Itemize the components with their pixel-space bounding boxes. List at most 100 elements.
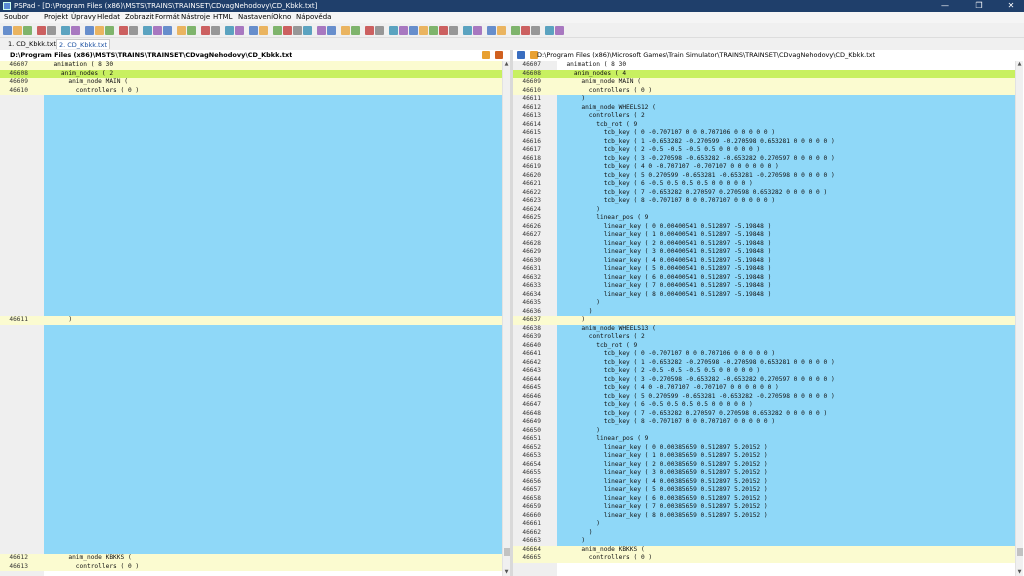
code-line[interactable]: tcb_rot ( 9 (559, 121, 637, 130)
code-icon[interactable] (259, 26, 268, 35)
case-icon[interactable] (327, 26, 336, 35)
scroll-up-icon[interactable]: ▲ (503, 61, 510, 68)
copy-icon[interactable] (71, 26, 80, 35)
lock-icon[interactable] (487, 26, 496, 35)
table-icon[interactable] (511, 26, 520, 35)
code-line[interactable]: ) (46, 316, 72, 325)
code-line[interactable]: linear_key ( 5 0.00400541 0.512897 -5.19… (559, 265, 772, 274)
code-line[interactable]: controllers ( 2 (559, 112, 645, 121)
left-vertical-scrollbar[interactable]: ▲ ▼ (502, 61, 510, 576)
code-line[interactable]: linear_key ( 3 0.00400541 0.512897 -5.19… (559, 248, 772, 257)
maximize-button[interactable]: ❐ (968, 0, 990, 12)
ftp-icon[interactable] (187, 26, 196, 35)
code-line[interactable]: ) (559, 299, 600, 308)
sync-icon[interactable] (494, 51, 503, 59)
bookmark-icon[interactable] (211, 26, 220, 35)
unfold-icon[interactable] (531, 26, 540, 35)
unlock-icon[interactable] (497, 26, 506, 35)
code-line[interactable]: tcb_key ( 7 -0.653282 0.270597 0.270598 … (559, 410, 828, 419)
macro-icon[interactable] (303, 26, 312, 35)
comment-icon[interactable] (143, 26, 152, 35)
code-line[interactable]: anim_node KBKKS ( (46, 554, 131, 563)
redo-icon[interactable] (249, 26, 258, 35)
code-line[interactable]: tcb_key ( 2 -0.5 -0.5 -0.5 0.5 0 0 0 0 0… (559, 146, 760, 155)
menu-soubor[interactable]: Soubor (4, 12, 29, 23)
undo-icon[interactable] (235, 26, 244, 35)
code-line[interactable]: tcb_key ( 8 -0.707107 0 0 0.707107 0 0 0… (559, 197, 775, 206)
code-line[interactable]: tcb_key ( 2 -0.5 -0.5 -0.5 0.5 0 0 0 0 0… (559, 367, 760, 376)
code-line[interactable]: linear_key ( 8 0.00385659 0.512897 5.201… (559, 512, 768, 521)
code-line[interactable]: controllers ( 0 ) (559, 87, 652, 96)
check-icon[interactable] (545, 26, 554, 35)
indent-icon[interactable] (163, 26, 172, 35)
right-vertical-scrollbar[interactable]: ▲ ▼ (1015, 61, 1023, 576)
compare-icon[interactable] (375, 26, 384, 35)
code-line[interactable]: linear_key ( 8 0.00400541 0.512897 -5.19… (559, 291, 772, 300)
wrap-icon[interactable] (129, 26, 138, 35)
code-line[interactable]: linear_key ( 0 0.00400541 0.512897 -5.19… (559, 223, 772, 232)
code-line[interactable]: linear_key ( 2 0.00400541 0.512897 -5.19… (559, 240, 772, 249)
code-line[interactable]: linear_key ( 7 0.00385659 0.512897 5.201… (559, 503, 768, 512)
code-line[interactable]: tcb_key ( 5 0.270599 -0.653281 -0.653281… (559, 172, 835, 181)
print-preview-icon[interactable] (61, 26, 70, 35)
code-line[interactable]: linear_key ( 5 0.00385659 0.512897 5.201… (559, 486, 768, 495)
code-line[interactable]: linear_key ( 0 0.00385659 0.512897 5.201… (559, 444, 768, 453)
code-line[interactable]: anim_node MAIN ( (559, 78, 641, 87)
right-editor[interactable]: 46607 46608 46609 46610 46611 46612 46613 46614… (513, 61, 1015, 576)
code-line[interactable]: ) (559, 520, 600, 529)
code-line[interactable]: controllers ( 0 ) (46, 563, 139, 572)
code-line[interactable]: tcb_key ( 0 -0.707107 0 0 0.707106 0 0 0… (559, 350, 775, 359)
outdent-icon[interactable] (177, 26, 186, 35)
code-line[interactable]: linear_pos ( 9 (559, 435, 648, 444)
star-icon[interactable] (283, 26, 292, 35)
print-icon[interactable] (47, 26, 56, 35)
code-line[interactable]: anim_node MAIN ( (46, 78, 128, 87)
code-line[interactable]: ) (559, 308, 593, 317)
code-line[interactable]: ) (559, 95, 585, 104)
grid-icon[interactable] (429, 26, 438, 35)
code-line[interactable]: tcb_key ( 6 -0.5 0.5 0.5 0.5 0 0 0 0 0 ) (559, 180, 753, 189)
code-line[interactable]: ) (559, 206, 600, 215)
code-line[interactable]: linear_key ( 1 0.00385659 0.512897 5.201… (559, 452, 768, 461)
spell-icon[interactable] (439, 26, 448, 35)
tab-file-1[interactable]: 1. CD_Kbkk.txt (6, 39, 58, 49)
save-all-icon[interactable] (37, 26, 46, 35)
cut-icon[interactable] (95, 26, 104, 35)
menu-nastroje[interactable]: Nástroje (181, 12, 210, 23)
code-line[interactable]: tcb_key ( 4 0 -0.707107 -0.707107 0 0 0 … (559, 163, 779, 172)
code-line[interactable]: animation ( 8 30 (46, 61, 113, 70)
script-icon[interactable] (449, 26, 458, 35)
menu-projekt[interactable]: Projekt (44, 12, 68, 23)
replace-icon[interactable] (119, 26, 128, 35)
code-line[interactable]: controllers ( 0 ) (559, 554, 652, 563)
code-line[interactable]: tcb_key ( 4 0 -0.707107 -0.707107 0 0 0 … (559, 384, 779, 393)
tool-icon[interactable] (273, 26, 282, 35)
clip-icon[interactable] (351, 26, 360, 35)
code-line[interactable]: tcb_key ( 1 -0.653282 -0.270599 -0.27059… (559, 138, 835, 147)
code-line[interactable]: tcb_key ( 6 -0.5 0.5 0.5 0.5 0 0 0 0 0 ) (559, 401, 753, 410)
book-icon[interactable] (409, 26, 418, 35)
code-line[interactable]: linear_key ( 7 0.00400541 0.512897 -5.19… (559, 282, 772, 291)
trans-icon[interactable] (317, 26, 326, 35)
menu-napoveda[interactable]: Nápověda (296, 12, 331, 23)
code-line[interactable]: controllers ( 2 (559, 333, 645, 342)
paste-icon[interactable] (85, 26, 94, 35)
code-line[interactable]: animation ( 8 30 (559, 61, 626, 70)
code-line[interactable]: tcb_rot ( 9 (559, 342, 637, 351)
menu-html[interactable]: HTML (213, 12, 232, 23)
code-line[interactable]: ) (559, 316, 585, 325)
menu-hledat[interactable]: Hledat (97, 12, 120, 23)
code-line[interactable]: tcb_key ( 1 -0.653282 -0.270598 -0.27059… (559, 359, 835, 368)
code-line[interactable]: tcb_key ( 3 -0.270598 -0.653282 -0.65328… (559, 376, 835, 385)
scroll-down-icon[interactable]: ▼ (503, 569, 510, 576)
uncomment-icon[interactable] (153, 26, 162, 35)
open-file-icon[interactable] (13, 26, 22, 35)
code-line[interactable]: linear_pos ( 9 (559, 214, 648, 223)
code-line[interactable]: ) (559, 427, 600, 436)
code-line[interactable]: anim_node WHEELS12 ( (559, 104, 656, 113)
code-line[interactable]: ) (559, 537, 585, 546)
send-icon[interactable] (473, 26, 482, 35)
find-icon[interactable] (105, 26, 114, 35)
code-line[interactable]: linear_key ( 3 0.00385659 0.512897 5.201… (559, 469, 768, 478)
code-line[interactable]: linear_key ( 4 0.00385659 0.512897 5.201… (559, 478, 768, 487)
